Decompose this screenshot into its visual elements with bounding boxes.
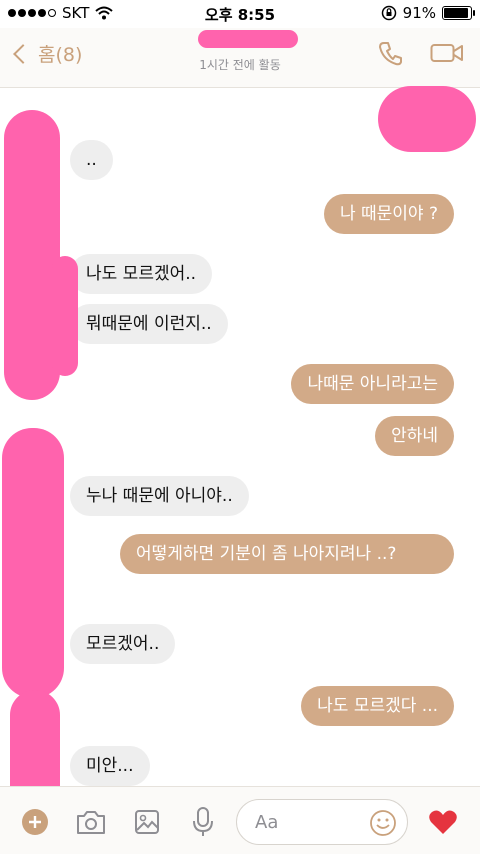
microphone-icon (193, 807, 213, 836)
battery-percent: 91% (402, 4, 436, 22)
heart-icon (429, 810, 457, 834)
video-call-icon[interactable] (430, 42, 464, 64)
redaction-mark (52, 256, 78, 376)
incoming-message[interactable]: 모르겠어.. (70, 624, 176, 664)
incoming-message[interactable]: 뭐때문에 이런지.. (70, 304, 228, 344)
gallery-button[interactable] (130, 805, 164, 839)
redaction-mark (378, 86, 476, 152)
outgoing-message[interactable]: 어떻게하면 기분이 좀 나아지려나 ..? (120, 534, 454, 574)
voice-button[interactable] (186, 805, 220, 839)
camera-icon (77, 811, 105, 834)
message-input-placeholder: Aa (255, 812, 279, 833)
battery-icon (442, 6, 475, 20)
photo-icon (135, 810, 159, 834)
redaction-mark (2, 428, 64, 698)
incoming-message[interactable]: 나도 모르겠어.. (70, 254, 213, 294)
header-actions (378, 40, 464, 66)
message-composer: Aa (0, 786, 480, 854)
emoji-icon[interactable] (369, 809, 397, 837)
status-right: 91% (381, 4, 475, 22)
message-input[interactable]: Aa (236, 799, 408, 845)
status-bar: SKT 오후 8:55 91% (0, 0, 480, 28)
redaction-mark (198, 30, 298, 48)
incoming-message[interactable]: 누나 때문에 아니야.. (70, 476, 249, 516)
incoming-message[interactable]: 미안... (70, 746, 150, 786)
outgoing-message[interactable]: 안하네 (375, 416, 454, 456)
phone-call-icon[interactable] (378, 40, 404, 66)
message-thread[interactable]: .. 나 때문이야 ? 나도 모르겠어.. 뭐때문에 이런지.. 나때문 아니라… (0, 88, 480, 786)
orientation-lock-icon (381, 5, 396, 21)
like-button[interactable] (426, 805, 460, 839)
camera-button[interactable] (74, 805, 108, 839)
more-options-button[interactable] (18, 805, 52, 839)
outgoing-message[interactable]: 나도 모르겠다 ... (301, 686, 454, 726)
plus-circle-icon (22, 809, 48, 835)
battery-fill (444, 8, 468, 18)
outgoing-message[interactable]: 나때문 아니라고는 (291, 364, 454, 404)
outgoing-message[interactable]: 나 때문이야 ? (323, 194, 454, 234)
incoming-message[interactable]: .. (70, 140, 113, 180)
